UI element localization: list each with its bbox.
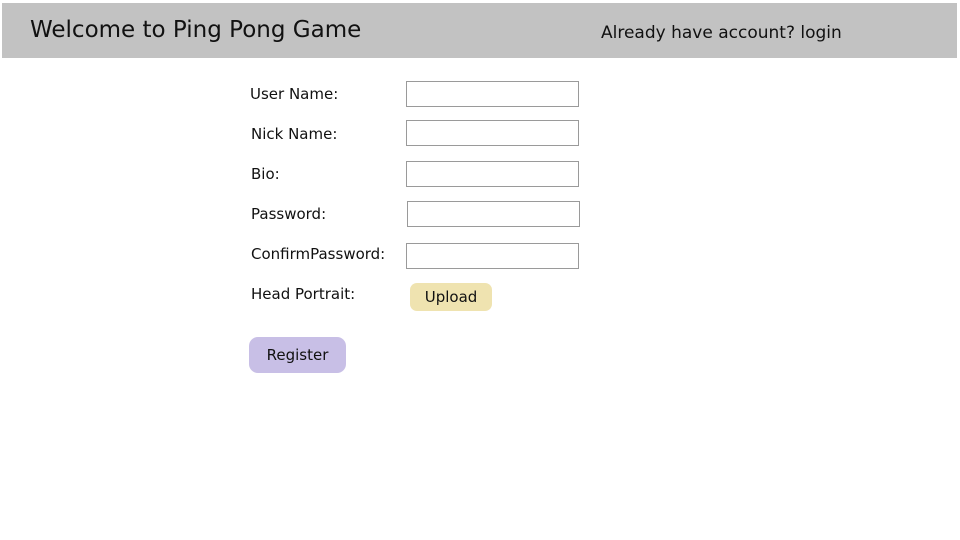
nick-name-label: Nick Name: bbox=[251, 125, 338, 143]
password-input[interactable] bbox=[407, 201, 580, 227]
nick-name-input[interactable] bbox=[406, 120, 579, 146]
password-label: Password: bbox=[251, 205, 327, 223]
user-name-input[interactable] bbox=[406, 81, 579, 107]
user-name-label: User Name: bbox=[250, 85, 339, 103]
header-bar: Welcome to Ping Pong Game Already have a… bbox=[2, 3, 957, 58]
registration-page: Welcome to Ping Pong Game Already have a… bbox=[0, 0, 960, 540]
bio-label: Bio: bbox=[251, 165, 280, 183]
confirm-password-input[interactable] bbox=[406, 243, 579, 269]
upload-button[interactable]: Upload bbox=[410, 283, 492, 311]
head-portrait-label: Head Portrait: bbox=[251, 285, 356, 303]
bio-input[interactable] bbox=[406, 161, 579, 187]
register-button[interactable]: Register bbox=[249, 337, 346, 373]
login-link[interactable]: Already have account? login bbox=[601, 22, 842, 44]
page-title: Welcome to Ping Pong Game bbox=[30, 17, 362, 43]
confirm-password-label: ConfirmPassword: bbox=[251, 245, 386, 263]
